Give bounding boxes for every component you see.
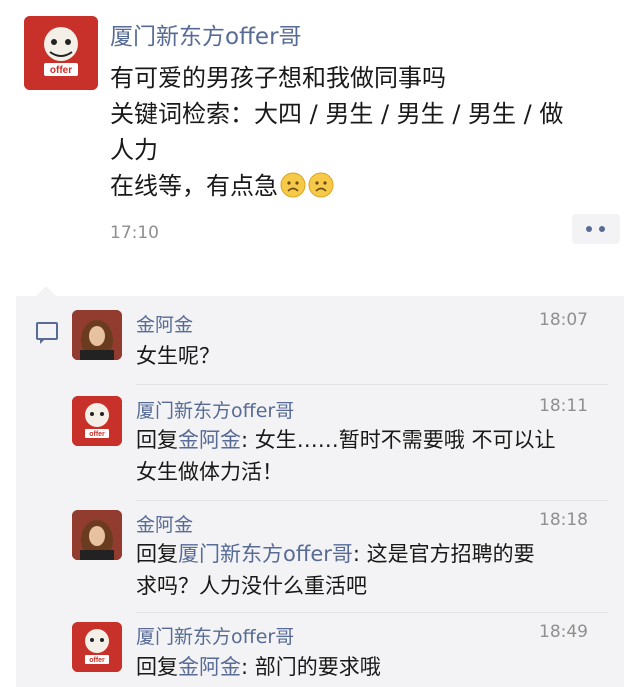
post-line-text: 在线等，有点急: [110, 172, 278, 200]
comment-line-first: 回复金阿金: 女生……暂时不需要哦 不可以让: [136, 424, 596, 456]
reply-separator: :: [241, 655, 255, 679]
post-line-last: 在线等，有点急: [110, 168, 630, 204]
reply-prefix: 回复: [136, 542, 178, 566]
logo-text: offer: [50, 65, 72, 76]
commenter-avatar[interactable]: offer: [72, 622, 122, 672]
comment-line: 女生呢？: [136, 344, 220, 368]
comment-line-first: 回复厦门新东方offer哥: 这是官方招聘的要: [136, 538, 596, 570]
comment-line-first: 回复金阿金: 部门的要求哦: [136, 651, 596, 683]
post-line: 关键词检索：大四 / 男生 / 男生 / 男生 / 做: [110, 100, 564, 128]
comment-time: 18:49: [539, 622, 588, 642]
comment-divider: [136, 384, 608, 385]
comment-time: 18:18: [539, 510, 588, 530]
comment-line: 女生做体力活！: [136, 460, 283, 484]
person-photo-icon: [72, 510, 122, 560]
comment-author[interactable]: 金阿金: [136, 510, 193, 537]
more-actions-button[interactable]: [572, 214, 620, 244]
comment-body: 女生呢？: [136, 340, 596, 372]
comment-author[interactable]: 金阿金: [136, 310, 193, 337]
comment-time: 18:07: [539, 310, 588, 330]
comment-body: 回复金阿金: 部门的要求哦: [136, 651, 596, 683]
comment-author[interactable]: 厦门新东方offer哥: [136, 396, 294, 423]
logo-text: offer: [89, 657, 105, 664]
reply-separator: :: [241, 428, 255, 452]
lion-mascot-icon: offer: [24, 16, 98, 90]
comment-line: 这是官方招聘的要: [366, 542, 535, 566]
comment-line: 部门的要求哦: [254, 655, 381, 679]
post-content: 有可爱的男孩子想和我做同事吗 关键词检索：大四 / 男生 / 男生 / 男生 /…: [110, 60, 630, 204]
logo-text: offer: [89, 431, 105, 438]
commenter-avatar[interactable]: offer: [72, 396, 122, 446]
comment-body: 回复金阿金: 女生……暂时不需要哦 不可以让 女生做体力活！: [136, 424, 596, 488]
lion-mascot-icon: offer: [72, 622, 122, 672]
author-avatar[interactable]: offer: [24, 16, 98, 90]
person-photo-icon: [72, 310, 122, 360]
post-line: 有可爱的男孩子想和我做同事吗: [110, 64, 446, 92]
sad-face-icon: [280, 172, 306, 198]
comment-line: 求吗？人力没什么重活吧: [136, 574, 367, 598]
reply-prefix: 回复: [136, 428, 178, 452]
lion-mascot-icon: offer: [72, 396, 122, 446]
comment-body: 回复厦门新东方offer哥: 这是官方招聘的要 求吗？人力没什么重活吧: [136, 538, 596, 602]
reply-target[interactable]: 厦门新东方offer哥: [178, 542, 353, 566]
comment-panel-pointer: [36, 286, 56, 296]
post-author-name[interactable]: 厦门新东方offer哥: [110, 17, 302, 51]
dot-icon: [599, 226, 605, 232]
post-timestamp: 17:10: [110, 223, 159, 243]
reply-separator: :: [352, 542, 367, 566]
comment-divider: [136, 612, 608, 613]
comment-line: 女生……暂时不需要哦 不可以让: [254, 428, 556, 452]
comment-icon: [36, 322, 58, 344]
comment-author[interactable]: 厦门新东方offer哥: [136, 622, 294, 649]
reply-target[interactable]: 金阿金: [178, 428, 241, 452]
commenter-avatar[interactable]: [72, 510, 122, 560]
post-line: 人力: [110, 136, 158, 164]
commenter-avatar[interactable]: [72, 310, 122, 360]
reply-prefix: 回复: [136, 655, 178, 679]
dot-icon: [586, 226, 592, 232]
sad-face-icon: [308, 172, 334, 198]
reply-target[interactable]: 金阿金: [178, 655, 241, 679]
comment-time: 18:11: [539, 396, 588, 416]
comment-divider: [136, 500, 608, 501]
